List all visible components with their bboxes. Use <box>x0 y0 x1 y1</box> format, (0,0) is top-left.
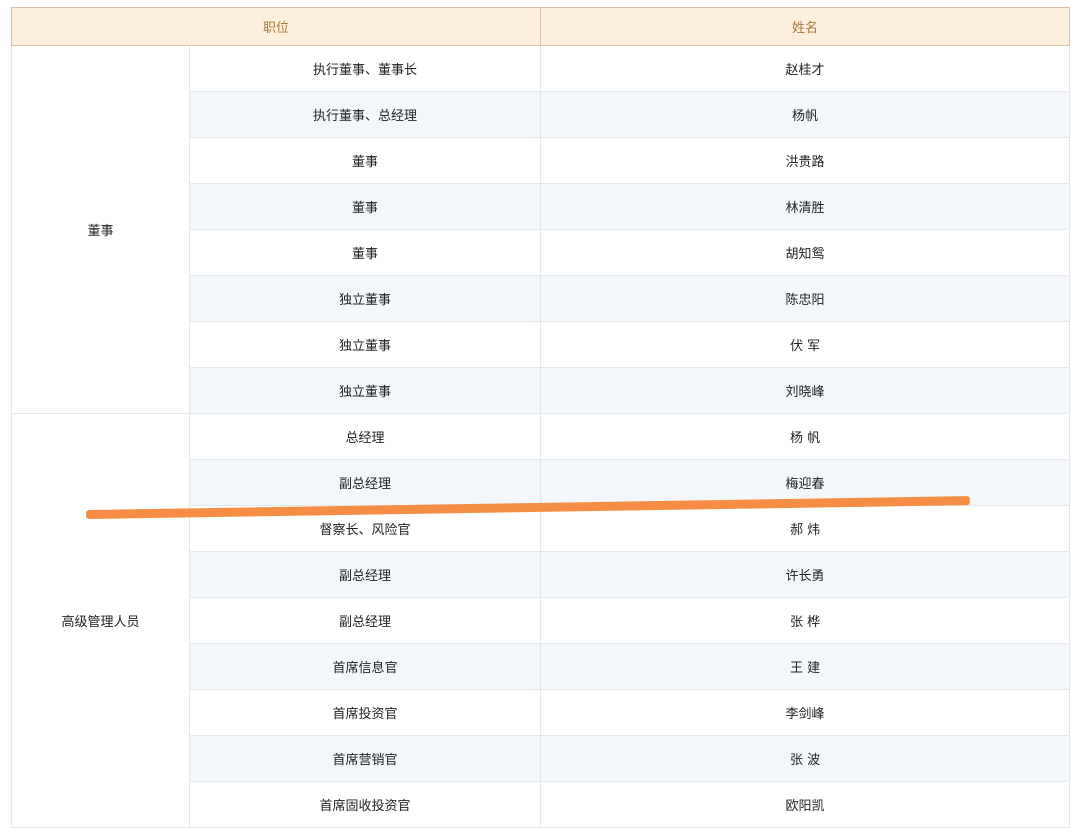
position-cell: 副总经理 <box>188 551 542 598</box>
position-cell: 副总经理 <box>188 597 542 644</box>
position-cell: 董事 <box>188 183 542 230</box>
name-cell: 李剑峰 <box>540 689 1071 736</box>
name-cell: 洪贵路 <box>540 137 1071 184</box>
position-cell: 董事 <box>188 137 542 184</box>
name-cell: 郝 炜 <box>540 505 1071 552</box>
position-cell: 独立董事 <box>188 367 542 414</box>
name-cell: 杨 帆 <box>540 413 1071 460</box>
name-cell: 伏 军 <box>540 321 1071 368</box>
table-header-row: 职位 姓名 <box>10 7 1071 46</box>
header-name: 姓名 <box>540 7 1071 46</box>
table-row: 高级管理人员 总经理 杨 帆 <box>11 413 1071 828</box>
position-cell: 首席固收投资官 <box>188 781 542 828</box>
name-cell: 刘晓峰 <box>540 367 1071 414</box>
position-cell: 首席投资官 <box>188 689 542 736</box>
name-cell: 林清胜 <box>540 183 1071 230</box>
position-cell: 总经理 <box>188 413 542 460</box>
position-cell: 首席营销官 <box>188 735 542 782</box>
personnel-table: 职位 姓名 董事 执行董事、董事长 赵桂才 执行董事、总经理 杨帆 董事 洪贵路… <box>10 7 1071 828</box>
name-cell: 张 波 <box>540 735 1071 782</box>
position-cell: 独立董事 <box>188 321 542 368</box>
name-cell: 赵桂才 <box>540 45 1071 92</box>
name-cell: 陈忠阳 <box>540 275 1071 322</box>
page: 职位 姓名 董事 执行董事、董事长 赵桂才 执行董事、总经理 杨帆 董事 洪贵路… <box>0 0 1080 838</box>
position-cell: 副总经理 <box>188 459 542 506</box>
position-cell: 董事 <box>188 229 542 276</box>
name-cell: 许长勇 <box>540 551 1071 598</box>
table-row: 董事 执行董事、董事长 赵桂才 <box>11 45 1071 414</box>
name-cell: 胡知鸳 <box>540 229 1071 276</box>
position-cell: 独立董事 <box>188 275 542 322</box>
group-label-senior-management: 高级管理人员 <box>11 413 190 828</box>
name-cell: 欧阳凯 <box>540 781 1071 828</box>
name-cell: 杨帆 <box>540 91 1071 138</box>
group-label-directors: 董事 <box>11 45 190 414</box>
header-position: 职位 <box>10 7 542 46</box>
position-cell: 执行董事、总经理 <box>188 91 542 138</box>
name-cell: 王 建 <box>540 643 1071 690</box>
name-cell: 张 桦 <box>540 597 1071 644</box>
position-cell: 首席信息官 <box>188 643 542 690</box>
position-cell: 执行董事、董事长 <box>188 45 542 92</box>
